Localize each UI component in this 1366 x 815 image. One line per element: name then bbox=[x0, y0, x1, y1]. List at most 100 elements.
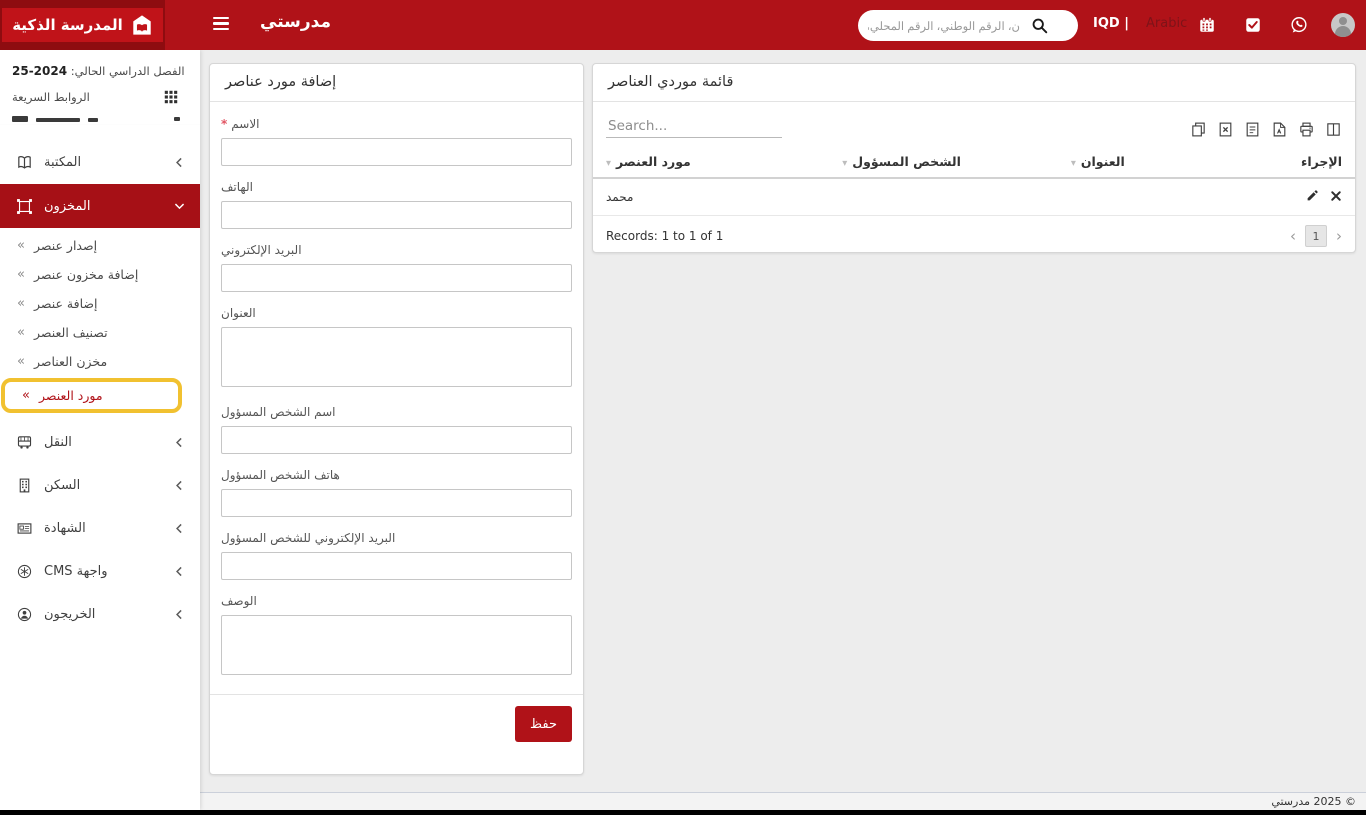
copyright-text: © 2025 مدرستي bbox=[1271, 795, 1356, 808]
column-header-supplier[interactable]: ▾مورد العنصر bbox=[593, 147, 829, 178]
sidebar-item-certificate[interactable]: الشهادة bbox=[0, 507, 200, 549]
export-csv-button[interactable] bbox=[1244, 121, 1261, 138]
sidebar-item-cms[interactable]: واجهة CMS bbox=[0, 550, 200, 592]
double-chevron-icon: « bbox=[17, 325, 25, 340]
current-semester: الفصل الدراسي الحالي: 25-2024 bbox=[0, 50, 200, 78]
sidebar-item-label: واجهة CMS bbox=[44, 564, 108, 579]
logo-block[interactable]: المدرسة الذكية bbox=[0, 0, 165, 50]
page-footer: © 2025 مدرستي bbox=[200, 792, 1366, 810]
sidebar-subitem-item-store[interactable]: « مخزن العناصر bbox=[0, 347, 200, 376]
responsible-name-field[interactable] bbox=[221, 426, 572, 454]
sidebar-item-label: النقل bbox=[44, 435, 72, 450]
field-label: الهاتف bbox=[221, 180, 572, 194]
responsible-email-field[interactable] bbox=[221, 552, 572, 580]
address-textarea[interactable] bbox=[221, 327, 572, 387]
grid-icon bbox=[164, 90, 178, 104]
sidebar-subitem-issue-item[interactable]: « إصدار عنصر bbox=[0, 231, 200, 260]
top-navbar: المدرسة الذكية مدرستي IQD | Arabic bbox=[0, 0, 1366, 50]
sidebar-item-transport[interactable]: النقل bbox=[0, 421, 200, 463]
graduate-icon bbox=[16, 606, 33, 623]
sort-icon: ▾ bbox=[1071, 158, 1076, 169]
active-item-highlight: « مورد العنصر bbox=[1, 378, 182, 413]
chevron-left-icon bbox=[173, 608, 186, 621]
field-label: *الاسم bbox=[221, 117, 572, 131]
responsible-phone-field[interactable] bbox=[221, 489, 572, 517]
double-chevron-icon: « bbox=[22, 388, 30, 403]
export-print-button[interactable] bbox=[1298, 121, 1315, 138]
user-avatar[interactable] bbox=[1331, 13, 1355, 37]
sidebar-subitem-item-category[interactable]: « تصنيف العنصر bbox=[0, 318, 200, 347]
chevron-left-icon bbox=[173, 565, 186, 578]
tasks-button[interactable] bbox=[1244, 16, 1262, 34]
sort-icon: ▾ bbox=[606, 158, 611, 169]
suppliers-table: ▾مورد العنصر ▾الشخص المسؤول ▾العنوان الإ… bbox=[593, 147, 1355, 216]
column-header-responsible[interactable]: ▾الشخص المسؤول bbox=[829, 147, 1058, 178]
sidebar-item-label: الخريجون bbox=[44, 607, 95, 622]
column-header-address[interactable]: ▾العنوان bbox=[1058, 147, 1271, 178]
sidebar-item-housing[interactable]: السكن bbox=[0, 464, 200, 506]
save-button[interactable]: حفظ bbox=[515, 706, 572, 742]
sidebar-item-label: المخزون bbox=[44, 199, 90, 214]
calendar-button[interactable] bbox=[1198, 16, 1216, 34]
export-excel-button[interactable] bbox=[1217, 121, 1234, 138]
sidebar-item-inventory[interactable]: المخزون bbox=[0, 184, 200, 228]
cell-address bbox=[1058, 178, 1271, 216]
sidebar-item-label: الشهادة bbox=[44, 521, 86, 536]
whatsapp-button[interactable] bbox=[1289, 15, 1309, 35]
cms-icon bbox=[16, 563, 33, 580]
double-chevron-icon: « bbox=[17, 267, 25, 282]
logo-text: المدرسة الذكية bbox=[12, 16, 123, 34]
cell-supplier: محمد bbox=[593, 178, 829, 216]
phone-field[interactable] bbox=[221, 201, 572, 229]
export-pdf-button[interactable] bbox=[1271, 121, 1288, 138]
sidebar-subitem-add-item-stock[interactable]: « إضافة مخزون عنصر bbox=[0, 260, 200, 289]
app-title: مدرستي bbox=[260, 12, 331, 32]
table-row: محمد bbox=[593, 178, 1355, 216]
double-chevron-icon: « bbox=[17, 354, 25, 369]
export-copy-button[interactable] bbox=[1190, 121, 1207, 138]
name-field[interactable] bbox=[221, 138, 572, 166]
chevron-left-icon bbox=[173, 156, 186, 169]
email-field[interactable] bbox=[221, 264, 572, 292]
quick-links[interactable]: الروابط السريعة bbox=[12, 87, 188, 107]
sidebar-subitem-add-item[interactable]: « إضافة عنصر bbox=[0, 289, 200, 318]
sidebar-item-label: المكتبة bbox=[44, 155, 81, 170]
field-label: البريد الإلكتروني للشخص المسؤول bbox=[221, 531, 572, 545]
required-marker: * bbox=[221, 117, 227, 131]
records-summary: Records: 1 to 1 of 1 bbox=[606, 229, 723, 243]
inventory-icon bbox=[16, 198, 33, 215]
menu-toggle-button[interactable] bbox=[213, 17, 229, 31]
delete-button[interactable] bbox=[1330, 190, 1342, 202]
column-visibility-button[interactable] bbox=[1325, 121, 1342, 138]
bus-icon bbox=[16, 434, 33, 451]
chevron-down-icon bbox=[173, 200, 186, 213]
sidebar-subitem-item-supplier[interactable]: « مورد العنصر bbox=[5, 382, 178, 409]
suppliers-list-panel: قائمة موردي العناصر bbox=[592, 63, 1356, 253]
language-selector[interactable]: Arabic bbox=[1146, 16, 1187, 31]
global-search-input[interactable] bbox=[866, 10, 1022, 41]
semester-value: 25-2024 bbox=[12, 64, 67, 78]
book-icon bbox=[16, 154, 33, 171]
search-icon[interactable] bbox=[1031, 17, 1048, 34]
currency-label[interactable]: IQD | bbox=[1093, 16, 1129, 31]
field-label: هاتف الشخص المسؤول bbox=[221, 468, 572, 482]
global-search bbox=[858, 10, 1078, 41]
chevron-left-icon bbox=[173, 479, 186, 492]
field-label: البريد الإلكتروني bbox=[221, 243, 572, 257]
description-textarea[interactable] bbox=[221, 615, 572, 675]
prev-page-button[interactable]: ‹ bbox=[1290, 229, 1296, 244]
cell-responsible bbox=[829, 178, 1058, 216]
field-label: الوصف bbox=[221, 594, 572, 608]
bottom-black-bar bbox=[0, 810, 1366, 815]
field-label: اسم الشخص المسؤول bbox=[221, 405, 572, 419]
table-search-input[interactable] bbox=[606, 115, 782, 138]
next-page-button[interactable]: › bbox=[1336, 229, 1342, 244]
current-page[interactable]: 1 bbox=[1305, 225, 1327, 247]
chevron-left-icon bbox=[173, 436, 186, 449]
sidebar: الفصل الدراسي الحالي: 25-2024 الروابط ال… bbox=[0, 50, 200, 810]
edit-button[interactable] bbox=[1306, 189, 1319, 202]
sidebar-item-alumni[interactable]: الخريجون bbox=[0, 593, 200, 635]
partially-visible-menu-item[interactable] bbox=[0, 113, 200, 125]
pagination: ‹ 1 › bbox=[1290, 225, 1342, 247]
sidebar-item-library[interactable]: المكتبة bbox=[0, 141, 200, 183]
